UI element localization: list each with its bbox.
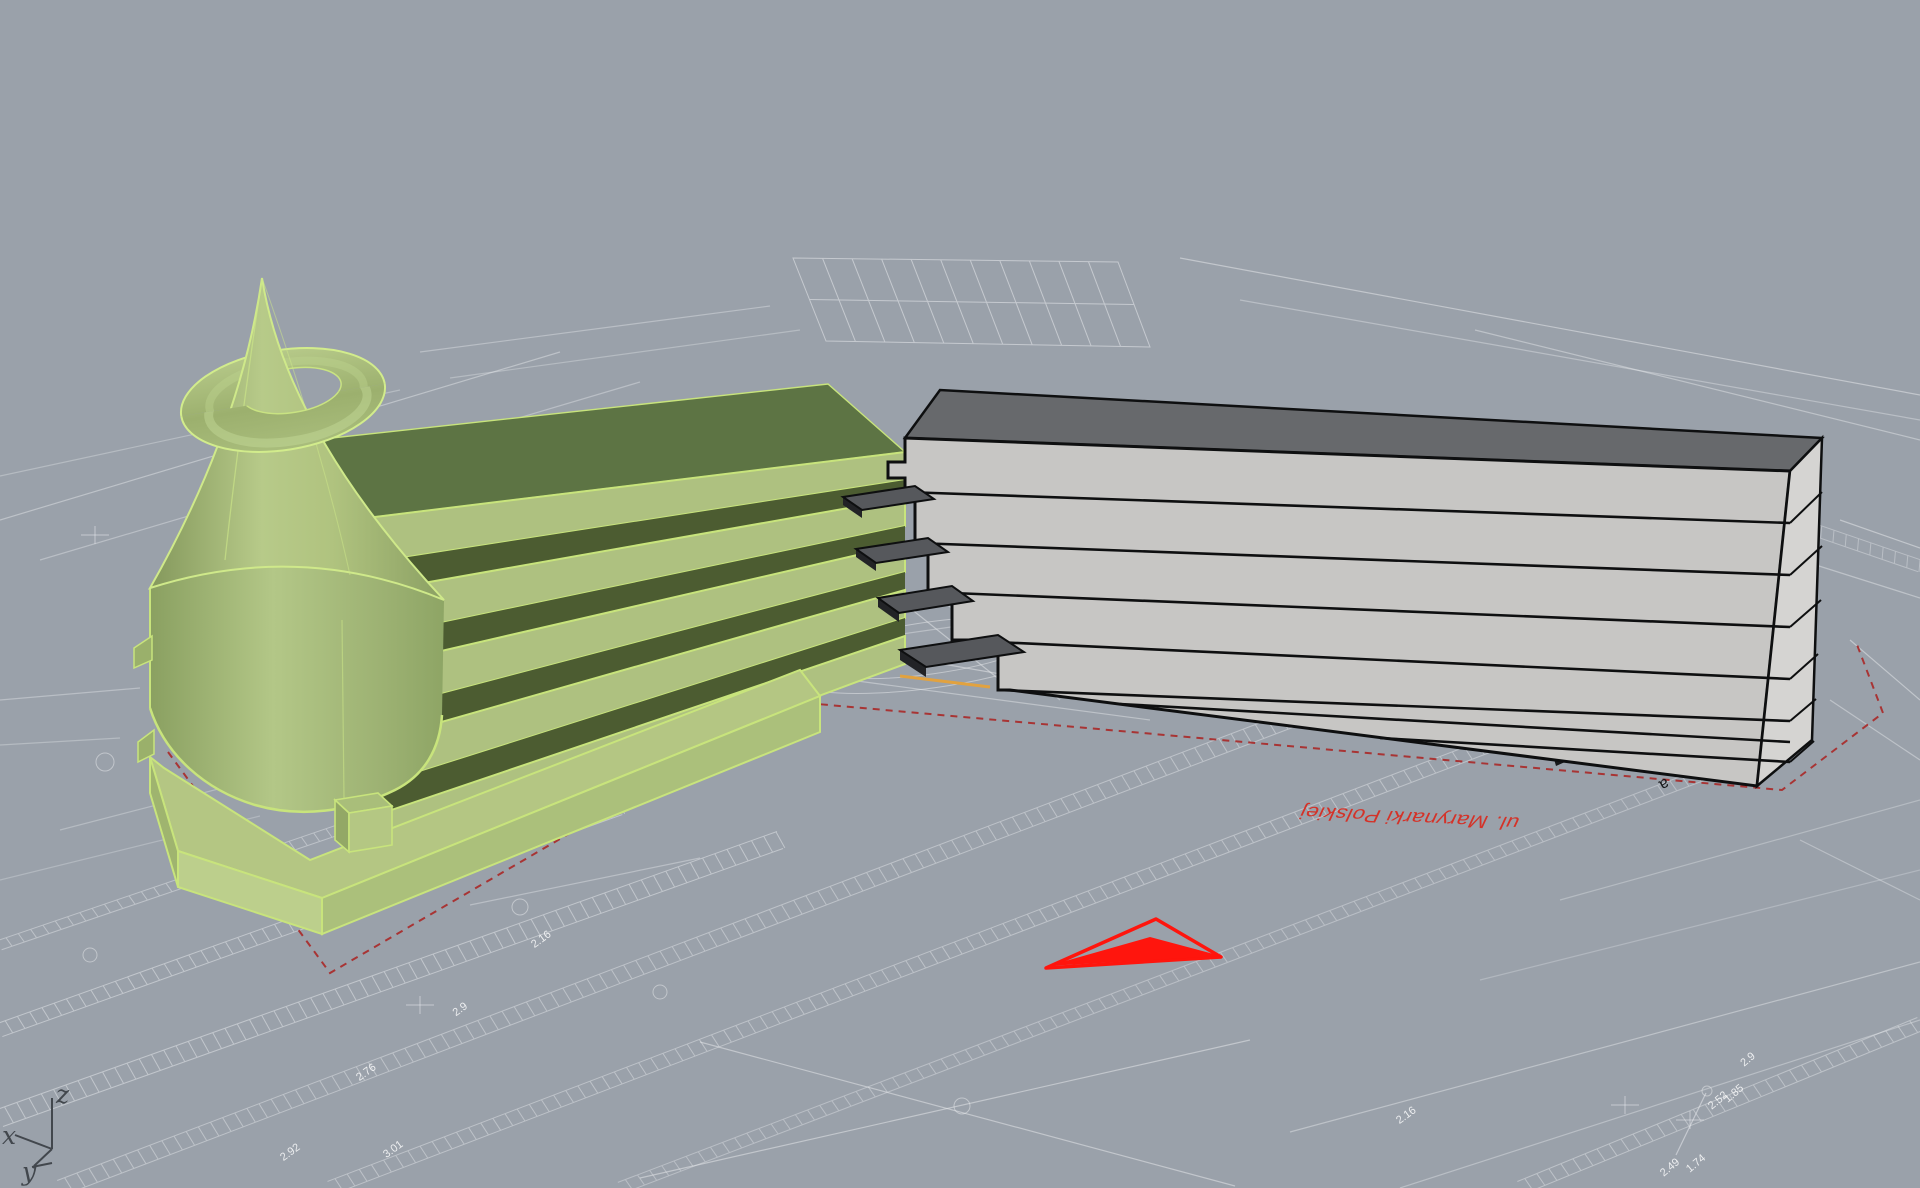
axis-y-label: y	[21, 1157, 37, 1186]
cad-viewport-stage[interactable]: ul. Marynarki Polskiej	[0, 0, 1920, 1188]
axis-z-label: z	[55, 1080, 70, 1109]
axis-x-label: x	[2, 1121, 16, 1150]
viewport-3d[interactable]: ul. Marynarki Polskiej	[0, 0, 1920, 1188]
green-cube-notch	[335, 793, 392, 852]
